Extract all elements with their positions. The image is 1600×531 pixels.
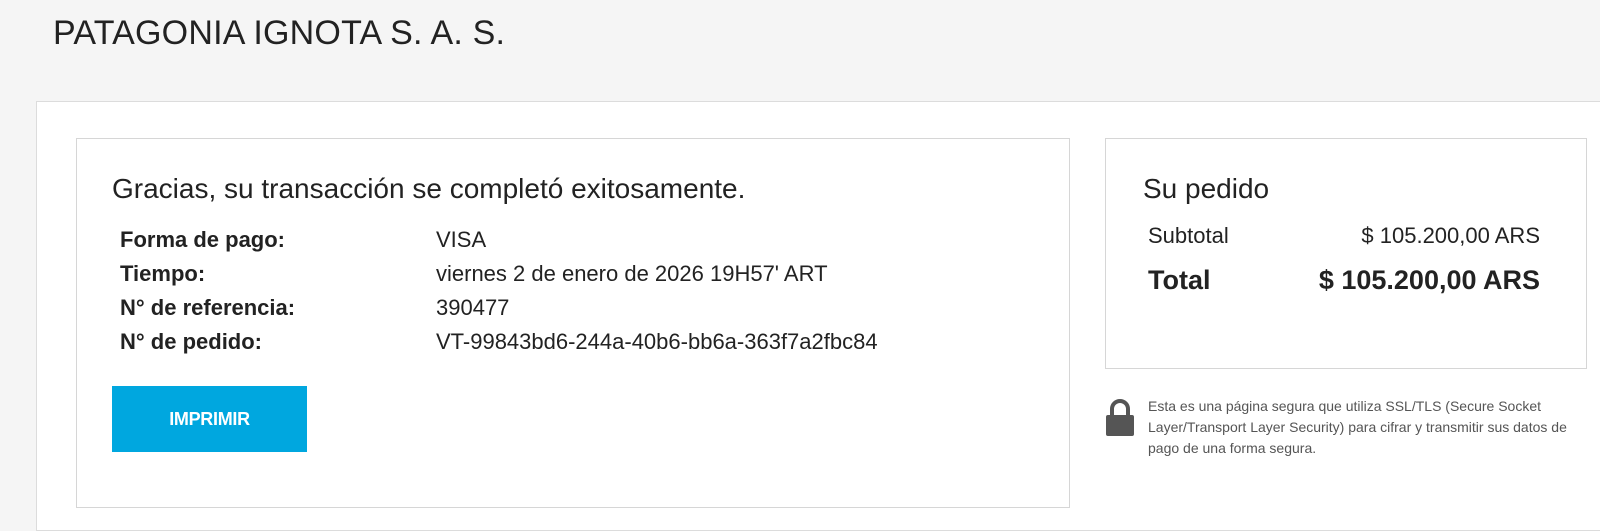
- detail-label: Tiempo:: [120, 261, 206, 286]
- detail-value: VISA: [436, 227, 487, 252]
- lock-icon: [1104, 398, 1136, 438]
- security-notice: Esta es una página segura que utiliza SS…: [1104, 396, 1594, 459]
- subtotal-label: Subtotal: [1148, 223, 1229, 248]
- total-label: Total: [1148, 265, 1211, 295]
- total-value: $ 105.200,00 ARS: [1318, 265, 1540, 295]
- detail-row-reference: N° de referencia: 390477: [120, 291, 878, 325]
- subtotal-row: Subtotal $ 105.200,00 ARS: [1148, 223, 1540, 249]
- detail-row-order-number: N° de pedido: VT-99843bd6-244a-40b6-bb6a…: [120, 325, 878, 359]
- security-text: Esta es una página segura que utiliza SS…: [1148, 398, 1567, 456]
- detail-label: Forma de pago:: [120, 227, 286, 252]
- detail-value: viernes 2 de enero de 2026 19H57' ART: [436, 261, 828, 286]
- merchant-name: PATAGONIA IGNOTA S. A. S.: [53, 14, 506, 52]
- print-button[interactable]: IMPRIMIR: [112, 386, 307, 452]
- detail-row-payment-method: Forma de pago: VISA: [120, 223, 878, 257]
- payment-details: Forma de pago: VISA Tiempo: viernes 2 de…: [120, 223, 878, 359]
- confirmation-card: Gracias, su transacción se completó exit…: [76, 138, 1070, 508]
- detail-value: 390477: [436, 295, 510, 320]
- detail-label: N° de referencia:: [120, 295, 296, 320]
- detail-value: VT-99843bd6-244a-40b6-bb6a-363f7a2fbc84: [436, 329, 878, 354]
- order-summary-card: Su pedido Subtotal $ 105.200,00 ARS Tota…: [1105, 138, 1587, 369]
- total-row: Total $ 105.200,00 ARS: [1148, 265, 1540, 296]
- success-message: Gracias, su transacción se completó exit…: [112, 173, 746, 204]
- subtotal-value: $ 105.200,00 ARS: [1361, 223, 1540, 248]
- detail-row-time: Tiempo: viernes 2 de enero de 2026 19H57…: [120, 257, 878, 291]
- order-summary-title: Su pedido: [1143, 173, 1270, 204]
- detail-label: N° de pedido:: [120, 329, 263, 354]
